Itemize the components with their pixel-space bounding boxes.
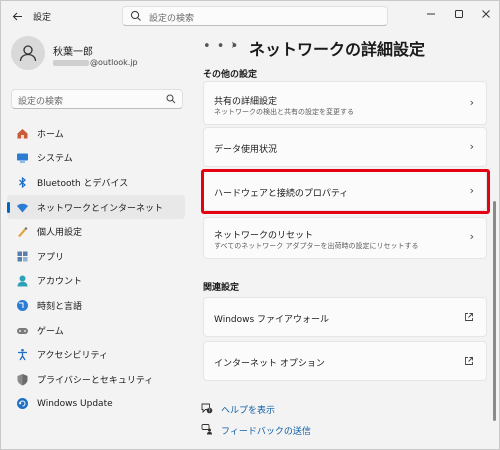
scrollbar[interactable] bbox=[493, 201, 496, 421]
section-label-related-settings: 関連設定 bbox=[203, 283, 240, 293]
windows-update-icon bbox=[16, 397, 29, 410]
back-button[interactable] bbox=[7, 6, 27, 26]
sidebar-item-system[interactable]: システム bbox=[7, 146, 185, 171]
card-subtitle: すべてのネットワーク アダプターを出荷時の設定にリセットする bbox=[214, 242, 419, 250]
sidebar-item-label: アカウント bbox=[37, 277, 83, 288]
feedback-link[interactable]: フィードバックの送信 bbox=[221, 424, 311, 437]
sidebar-item-time-language[interactable]: 時刻と言語 bbox=[7, 293, 185, 318]
title-bar: 設定 設定の検索 bbox=[1, 1, 499, 31]
sidebar-item-label: ネットワークとインターネット bbox=[37, 203, 164, 214]
chevron-right-icon: › bbox=[469, 96, 474, 109]
sidebar-item-bluetooth[interactable]: Bluetooth とデバイス bbox=[7, 170, 185, 195]
sidebar-item-label: プライバシーとセキュリティ bbox=[37, 375, 154, 386]
card-title: データ使用状況 bbox=[214, 145, 278, 155]
sidebar-item-accessibility[interactable]: アクセシビリティ bbox=[7, 342, 185, 367]
sidebar-nav: ホーム システム Bluetooth とデバイス ネットワークとインターネット … bbox=[7, 121, 185, 416]
bluetooth-icon bbox=[16, 176, 29, 189]
privacy-shield-icon bbox=[16, 373, 29, 386]
home-icon bbox=[16, 127, 29, 140]
settings-window: 設定 設定の検索 秋葉一郎 @outlook.jp 設定の検索 ホーム システム… bbox=[0, 0, 500, 450]
card-windows-firewall[interactable]: Windows ファイアウォール bbox=[203, 297, 487, 337]
sidebar-item-network[interactable]: ネットワークとインターネット bbox=[7, 194, 185, 220]
sidebar-search-placeholder: 設定の検索 bbox=[18, 97, 64, 107]
card-advanced-sharing[interactable]: 共有の詳細設定 ネットワークの検出と共有の設定を変更する › bbox=[203, 81, 487, 125]
accessibility-icon bbox=[16, 348, 29, 361]
sidebar-item-label: Bluetooth とデバイス bbox=[37, 178, 129, 189]
sidebar-item-label: ゲーム bbox=[37, 326, 64, 337]
sidebar-item-accounts[interactable]: アカウント bbox=[7, 269, 185, 294]
minimize-button[interactable] bbox=[422, 5, 440, 23]
sidebar-item-label: Windows Update bbox=[37, 398, 113, 409]
page-title: ネットワークの詳細設定 bbox=[249, 40, 426, 59]
sidebar-item-label: 時刻と言語 bbox=[37, 301, 83, 312]
card-title: ネットワークのリセット bbox=[214, 231, 314, 241]
sidebar-item-label: システム bbox=[37, 154, 73, 165]
highlight-box bbox=[201, 169, 490, 214]
redacted-email-prefix bbox=[53, 59, 89, 66]
time-language-icon bbox=[16, 299, 29, 312]
sidebar-item-label: ホーム bbox=[37, 129, 64, 140]
maximize-button[interactable] bbox=[450, 5, 468, 23]
card-title: インターネット オプション bbox=[214, 359, 325, 369]
card-internet-options[interactable]: インターネット オプション bbox=[203, 341, 487, 381]
section-label-other-settings: その他の設定 bbox=[203, 70, 258, 80]
help-icon: ? bbox=[201, 403, 213, 414]
help-link[interactable]: ヘルプを表示 bbox=[221, 403, 275, 416]
sidebar-item-windows-update[interactable]: Windows Update bbox=[7, 392, 185, 417]
external-link-icon bbox=[465, 313, 473, 321]
top-search-input[interactable]: 設定の検索 bbox=[122, 6, 388, 26]
user-email: @outlook.jp bbox=[53, 58, 138, 67]
sidebar-item-apps[interactable]: アプリ bbox=[7, 244, 185, 269]
sidebar-item-gaming[interactable]: ゲーム bbox=[7, 318, 185, 343]
user-name: 秋葉一郎 bbox=[53, 47, 93, 58]
minimize-icon bbox=[427, 13, 435, 15]
avatar[interactable] bbox=[11, 36, 45, 70]
chevron-right-icon: › bbox=[469, 140, 474, 153]
system-icon bbox=[16, 151, 29, 164]
search-icon bbox=[130, 10, 141, 21]
sidebar-item-privacy[interactable]: プライバシーとセキュリティ bbox=[7, 367, 185, 392]
svg-text:?: ? bbox=[208, 408, 210, 413]
card-subtitle: ネットワークの検出と共有の設定を変更する bbox=[214, 108, 354, 116]
accounts-icon bbox=[16, 274, 29, 287]
sidebar-item-label: 個人用設定 bbox=[37, 228, 83, 239]
sidebar-item-label: アプリ bbox=[37, 252, 65, 263]
card-title: Windows ファイアウォール bbox=[214, 315, 330, 325]
close-icon bbox=[482, 10, 490, 18]
gaming-icon bbox=[16, 324, 29, 337]
sidebar-item-label: アクセシビリティ bbox=[37, 351, 109, 362]
sidebar-search-input[interactable]: 設定の検索 bbox=[11, 89, 183, 109]
sidebar-item-home[interactable]: ホーム bbox=[7, 121, 185, 146]
back-arrow-icon bbox=[12, 12, 22, 20]
close-button[interactable] bbox=[477, 5, 495, 23]
card-network-reset[interactable]: ネットワークのリセット すべてのネットワーク アダプターを出荷時の設定にリセット… bbox=[203, 217, 487, 259]
card-data-usage[interactable]: データ使用状況 › bbox=[203, 127, 487, 167]
feedback-icon bbox=[201, 424, 212, 435]
search-icon bbox=[166, 94, 176, 104]
user-email-suffix: @outlook.jp bbox=[90, 58, 138, 67]
breadcrumb-separator: › bbox=[231, 37, 237, 53]
external-link-icon bbox=[465, 357, 473, 365]
top-search-placeholder: 設定の検索 bbox=[149, 14, 195, 24]
apps-icon bbox=[16, 250, 29, 263]
sidebar-item-personalization[interactable]: 個人用設定 bbox=[7, 219, 185, 244]
user-icon bbox=[19, 45, 37, 62]
network-icon bbox=[16, 201, 29, 214]
app-title: 設定 bbox=[33, 13, 52, 23]
card-title: 共有の詳細設定 bbox=[214, 97, 278, 107]
maximize-icon bbox=[455, 10, 463, 18]
chevron-right-icon: › bbox=[469, 230, 474, 243]
personalization-icon bbox=[16, 225, 29, 238]
